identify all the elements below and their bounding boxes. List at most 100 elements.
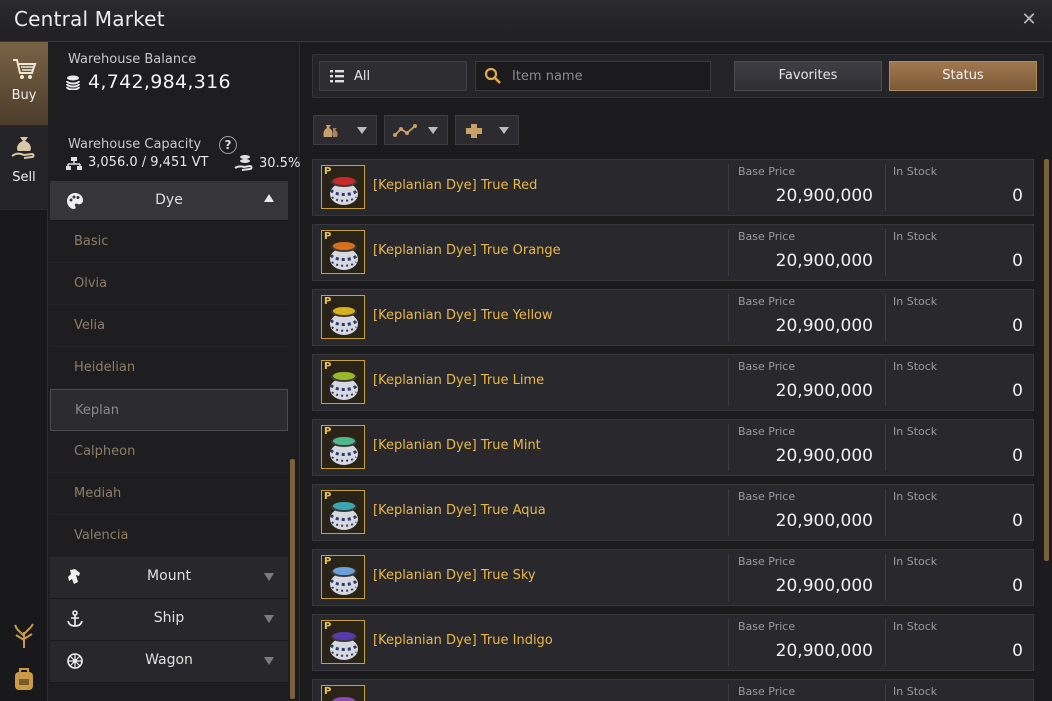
premium-badge: P xyxy=(324,231,332,242)
category-wagon[interactable]: Wagon xyxy=(50,641,288,683)
dye-pot-icon: P xyxy=(321,425,365,469)
premium-badge: P xyxy=(324,621,332,632)
in-stock-label: In Stock xyxy=(893,360,938,373)
cart-icon xyxy=(13,59,37,79)
column-divider xyxy=(885,359,886,406)
premium-badge: P xyxy=(324,556,332,567)
item-row[interactable]: P [Keplanian Dye] True Yellow Base Price… xyxy=(312,289,1034,346)
premium-badge: P xyxy=(324,166,332,177)
tree-icon[interactable] xyxy=(10,622,38,650)
subcategory-calpheon[interactable]: Calpheon xyxy=(50,431,288,473)
capacity-percent: 30.5% xyxy=(234,153,300,173)
base-price-value: 20,900,000 xyxy=(775,641,873,661)
item-row[interactable]: P [Keplanian Dye] True Lime Base Price 2… xyxy=(312,354,1034,411)
scale-icon xyxy=(66,156,82,170)
category-mount[interactable]: Mount xyxy=(50,557,288,599)
column-divider xyxy=(728,359,729,406)
percent-value: 30.5% xyxy=(259,155,301,171)
list-icon xyxy=(330,70,344,83)
column-divider xyxy=(885,164,886,211)
status-button[interactable]: Status xyxy=(889,61,1037,91)
dropdown-caret-icon xyxy=(428,127,438,134)
backpack-icon[interactable] xyxy=(10,664,38,692)
category-ship-label: Ship xyxy=(153,610,185,626)
subcategory-heidelian[interactable]: Heidelian xyxy=(50,347,288,389)
subcategory-valencia[interactable]: Valencia xyxy=(50,515,288,557)
base-price-value: 20,900,000 xyxy=(775,446,873,466)
help-icon[interactable]: ? xyxy=(219,136,237,154)
money-bag-hand-icon xyxy=(11,137,35,159)
in-stock-label: In Stock xyxy=(893,685,938,698)
in-stock-label: In Stock xyxy=(893,295,938,308)
item-name: [Keplanian Dye] True Sky xyxy=(373,568,536,583)
column-divider xyxy=(885,424,886,471)
base-price-label: Base Price xyxy=(738,165,796,178)
in-stock-label: In Stock xyxy=(893,555,938,568)
item-row[interactable]: P [Keplanian Dye] True Orange Base Price… xyxy=(312,224,1034,281)
in-stock-value: 0 xyxy=(1012,511,1023,531)
sort-by-price-button[interactable] xyxy=(313,115,377,145)
category-dye[interactable]: Dye xyxy=(50,181,288,221)
column-divider xyxy=(885,619,886,666)
dye-color-swatch xyxy=(333,502,355,510)
favorites-button[interactable]: Favorites xyxy=(734,61,882,91)
base-price-value: 20,900,000 xyxy=(775,511,873,531)
base-price-label: Base Price xyxy=(738,360,796,373)
search-box xyxy=(475,61,711,91)
dye-pot-icon: P xyxy=(321,490,365,534)
column-divider xyxy=(728,619,729,666)
buy-tab[interactable]: Buy xyxy=(0,42,48,126)
dye-color-swatch xyxy=(333,177,355,185)
category-mount-label: Mount xyxy=(147,568,191,584)
in-stock-label: In Stock xyxy=(893,490,938,503)
item-row[interactable]: P [Keplanian Dye] True Aqua Base Price 2… xyxy=(312,484,1034,541)
premium-badge: P xyxy=(324,296,332,307)
premium-badge: P xyxy=(324,361,332,372)
column-divider xyxy=(885,489,886,536)
item-row[interactable]: P [Keplanian Dye] True Sky Base Price 20… xyxy=(312,549,1034,606)
sort-by-trend-button[interactable] xyxy=(384,115,448,145)
item-row[interactable]: P [Keplanian Dye] True Mint Base Price 2… xyxy=(312,419,1034,476)
subcategory-basic[interactable]: Basic xyxy=(50,221,288,263)
item-name: [Keplanian Dye] True Red xyxy=(373,178,538,193)
base-price-value: 20,900,000 xyxy=(775,316,873,336)
category-list: Dye Basic Olvia Velia Heidelian Keplan C… xyxy=(50,181,288,701)
column-divider xyxy=(885,294,886,341)
category-scrollbar[interactable] xyxy=(290,459,295,699)
column-divider xyxy=(885,554,886,601)
item-row[interactable]: P [Keplanian Dye] True Indigo Base Price… xyxy=(312,614,1034,671)
filter-dropdown[interactable]: All xyxy=(319,61,467,91)
item-row[interactable]: P [Keplanian Dye] True Red Base Price 20… xyxy=(312,159,1034,216)
in-stock-value: 0 xyxy=(1012,251,1023,271)
coin-stack-icon xyxy=(66,75,80,90)
item-row[interactable]: P Base Price In Stock xyxy=(312,679,1034,701)
dye-pot-icon: P xyxy=(321,295,365,339)
item-name: [Keplanian Dye] True Indigo xyxy=(373,633,553,648)
subcategory-velia[interactable]: Velia xyxy=(50,305,288,347)
dye-color-swatch xyxy=(333,242,355,250)
subcategory-keplan[interactable]: Keplan xyxy=(50,389,288,431)
category-ship[interactable]: Ship xyxy=(50,599,288,641)
item-list: P [Keplanian Dye] True Red Base Price 20… xyxy=(312,159,1034,701)
expand-arrow-icon xyxy=(264,573,274,581)
base-price-value: 20,900,000 xyxy=(775,576,873,596)
subcategory-olvia[interactable]: Olvia xyxy=(50,263,288,305)
item-name-input[interactable] xyxy=(512,68,702,84)
in-stock-value: 0 xyxy=(1012,316,1023,336)
sort-by-enhancement-button[interactable] xyxy=(455,115,519,145)
dye-color-swatch xyxy=(333,632,355,640)
sell-tab[interactable]: Sell xyxy=(0,126,48,210)
column-divider xyxy=(885,229,886,276)
left-rail: Buy Sell xyxy=(0,42,48,701)
coin-hand-icon xyxy=(234,155,253,171)
dye-color-swatch xyxy=(333,697,355,701)
dropdown-caret-icon xyxy=(499,127,509,134)
column-divider xyxy=(728,229,729,276)
plus-cross-icon xyxy=(466,124,482,138)
close-icon[interactable]: ✕ xyxy=(1018,9,1040,31)
subcategory-mediah[interactable]: Mediah xyxy=(50,473,288,515)
item-name: [Keplanian Dye] True Lime xyxy=(373,373,545,388)
item-list-scrollbar[interactable] xyxy=(1044,159,1049,561)
dye-pot-icon: P xyxy=(321,230,365,274)
dye-pot-icon: P xyxy=(321,555,365,599)
